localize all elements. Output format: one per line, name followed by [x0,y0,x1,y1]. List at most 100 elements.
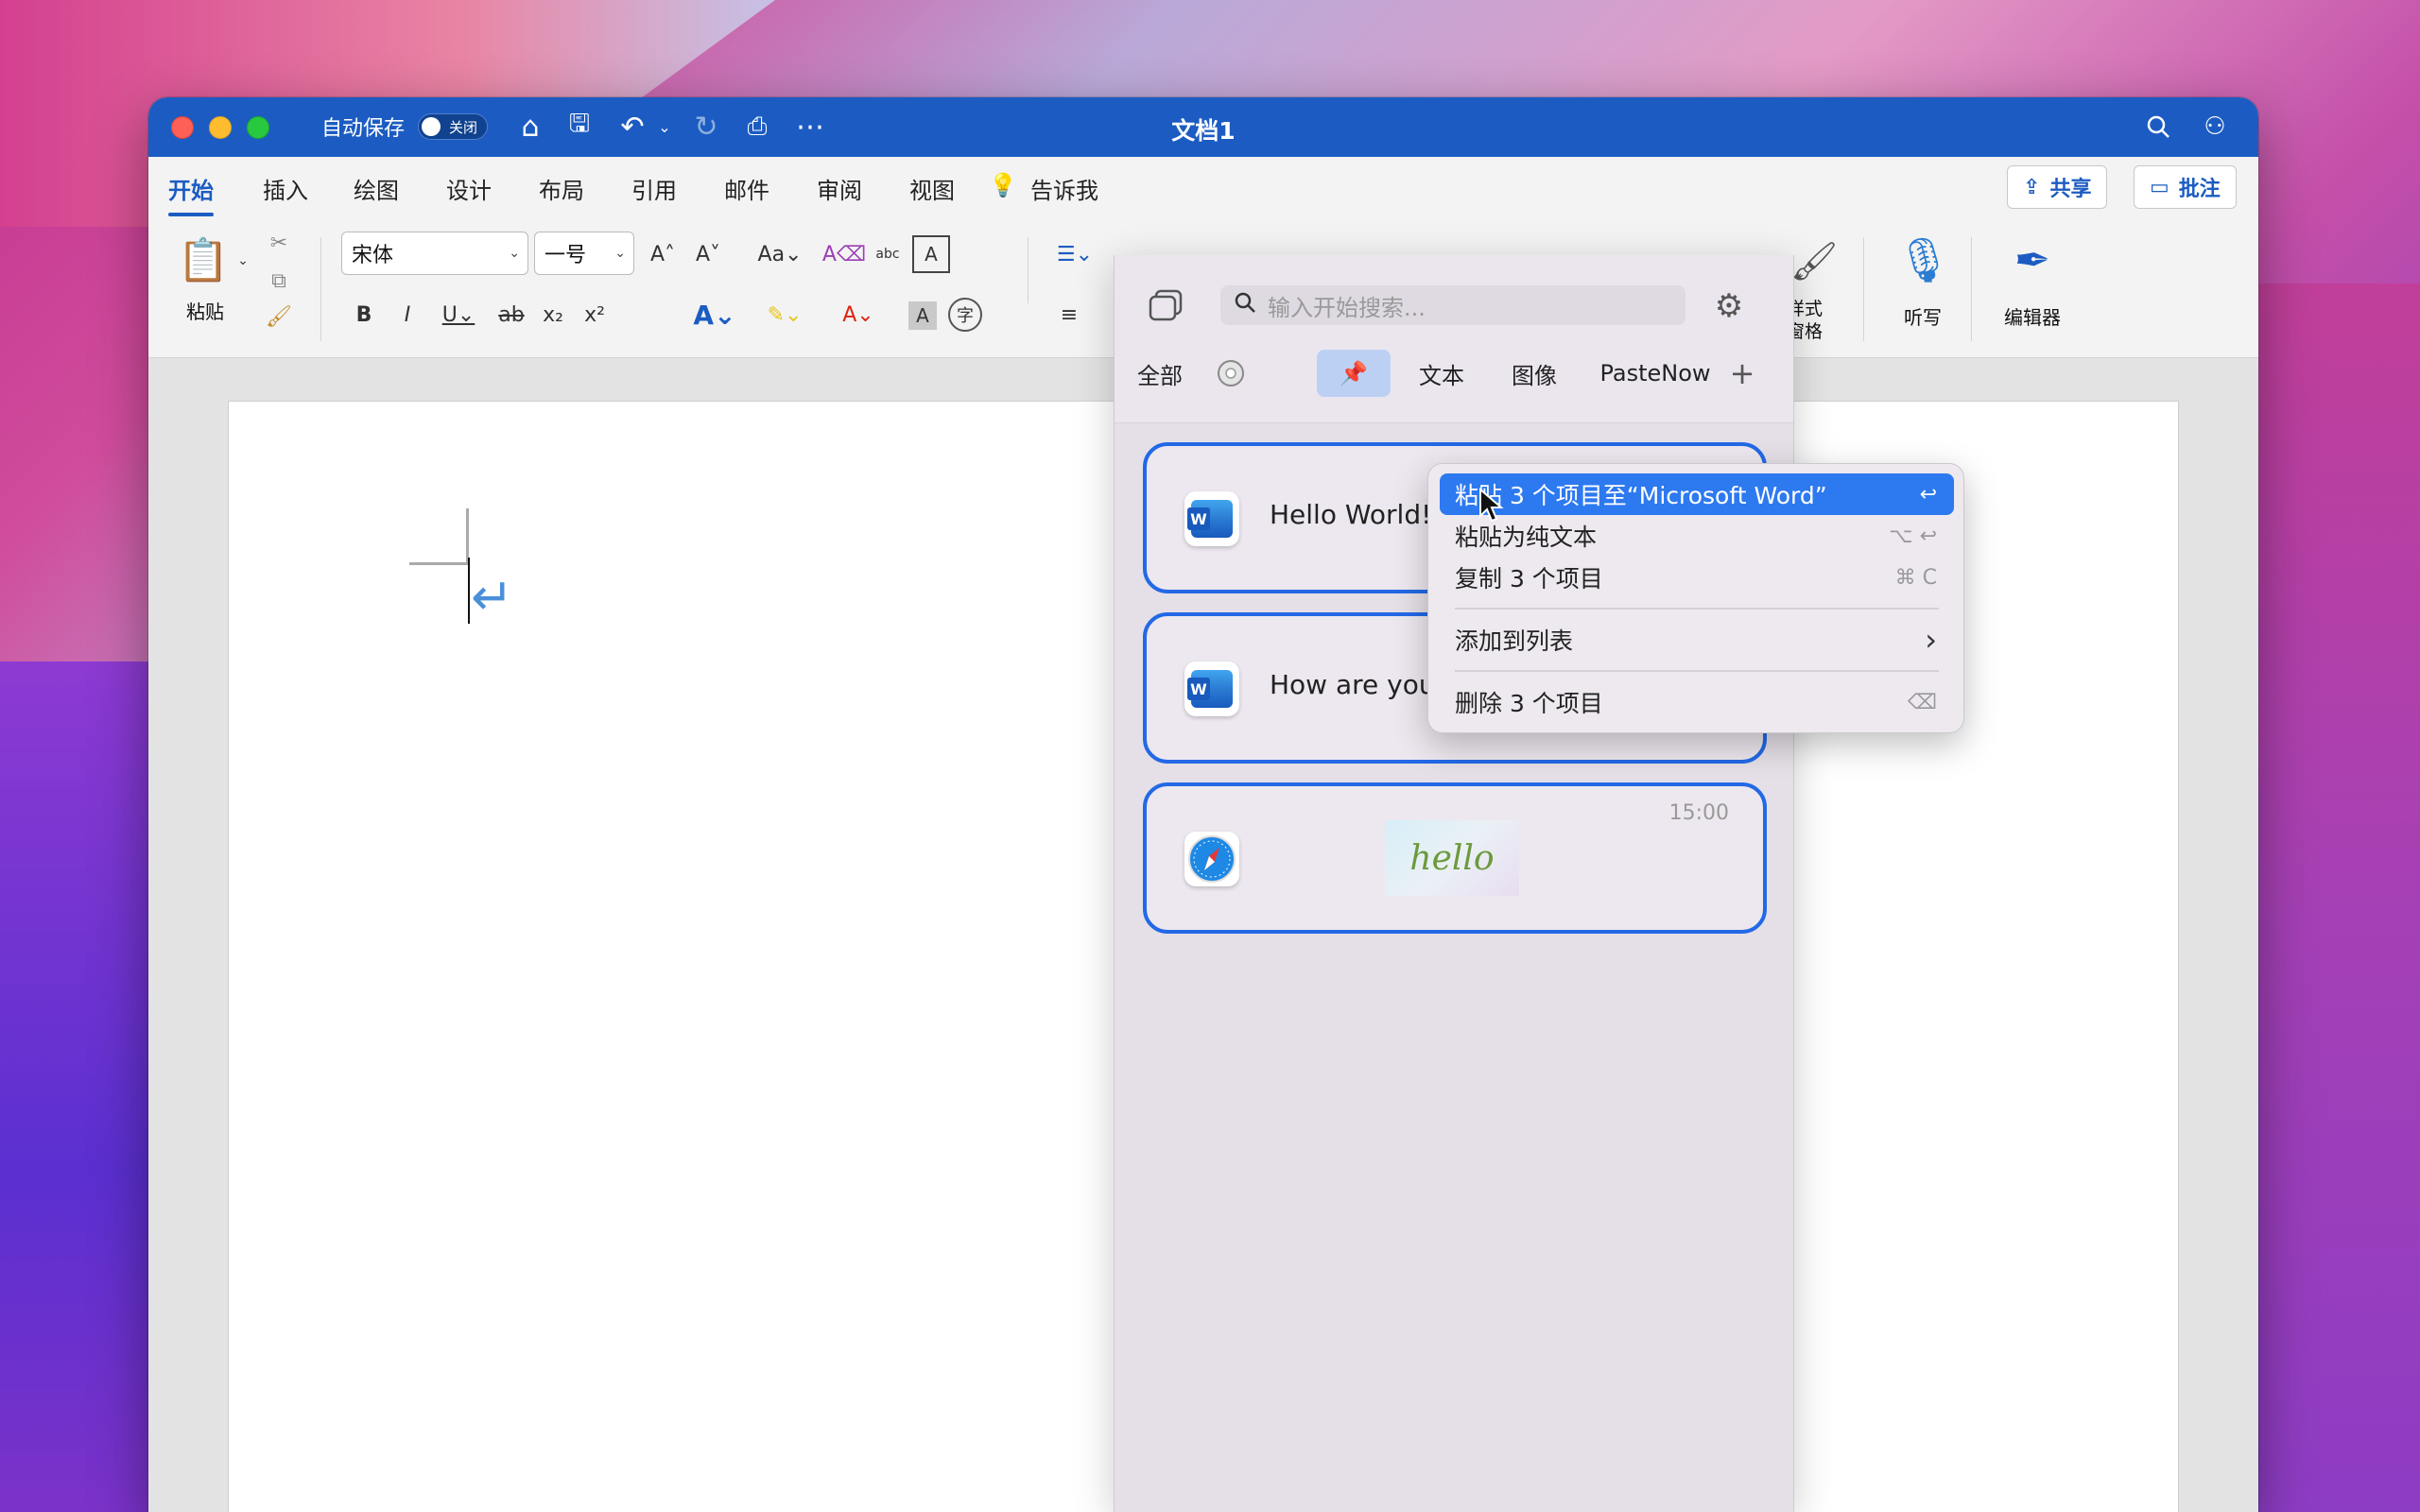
menu-item-label: 添加到列表 [1455,627,1574,655]
divider [320,237,321,341]
card-text: Hello World! [1270,499,1432,530]
search-placeholder: 输入开始搜索... [1268,294,1426,321]
highlight-color-icon[interactable]: ✎⌄ [761,296,808,334]
menu-item-add-to-list[interactable]: 添加到列表 › [1440,619,1954,661]
clipboard-panel: 输入开始搜索... ⚙ 全部 📌 文本 图像 PasteNow + Hello … [1114,255,1794,1512]
wallpaper-shape [0,662,161,1512]
styles-pane-icon[interactable]: 🖌 [1786,232,1842,290]
text-effects-icon[interactable]: A⌄ [691,296,738,334]
paste-icon[interactable]: 📋 [177,232,230,288]
paste-label: 粘贴 [186,300,224,323]
align-left-icon[interactable]: ≡ [1050,298,1088,332]
tab-review[interactable]: 审阅 [817,172,862,205]
paste-dropdown-icon[interactable]: ⌄ [233,247,252,275]
ribbon-tabs: 开始 插入 绘图 设计 布局 引用 邮件 审阅 视图 💡 告诉我 [148,157,2258,218]
menu-item-label: 粘贴为纯文本 [1455,524,1598,551]
menu-item-label: 粘贴 3 个项目至“Microsoft Word” [1455,482,1827,509]
filter-text[interactable]: 文本 [1408,350,1476,397]
menu-separator [1455,670,1939,672]
character-border-icon[interactable]: A [912,235,950,273]
bullets-icon[interactable]: ☰⌄ [1048,235,1101,273]
font-size-select[interactable]: 一号 ⌄ [534,232,634,275]
copy-icon[interactable]: ⧉ [264,266,294,296]
filter-pastenow[interactable]: PasteNow [1589,350,1721,397]
add-list-icon[interactable]: + [1723,350,1761,397]
paragraph-mark-icon: ↵ [471,567,514,627]
filter-image[interactable]: 图像 [1500,350,1568,397]
subscript-icon[interactable]: x₂ [536,296,570,334]
shortcut-label: ⌘ C [1894,565,1937,590]
superscript-icon[interactable]: x² [578,296,612,334]
pinned-filter-icon[interactable]: 📌 [1317,350,1391,397]
menu-item-paste-plain-text[interactable]: 粘贴为纯文本 ⌥ ↩ [1440,515,1954,557]
tab-home[interactable]: 开始 [168,172,214,216]
title-bar: 自动保存 关闭 ⌂ 🖫 ↶ ⌄ ↻ ⎙ ⋯ 文档1 ⚇ [148,97,2258,157]
delete-icon: ⌫ [1907,690,1937,714]
tab-view[interactable]: 视图 [909,172,955,205]
chevron-down-icon: ⌄ [614,246,626,261]
change-case-icon[interactable]: Aa⌄ [750,235,810,273]
search-icon [1234,291,1256,319]
underline-icon[interactable]: U⌄ [434,296,483,334]
clear-format-icon[interactable]: A⌫ [822,235,866,273]
character-shading-icon[interactable]: A [908,301,937,330]
hello-image-text: hello [1409,838,1495,878]
panel-header: 输入开始搜索... ⚙ 全部 📌 文本 图像 PasteNow + [1115,255,1793,423]
menu-item-copy[interactable]: 复制 3 个项目 ⌘ C [1440,557,1954,598]
microphone-icon[interactable]: 🎙 [1895,228,1952,292]
divider [1971,237,1972,341]
tab-references[interactable]: 引用 [631,172,677,205]
menu-item-delete[interactable]: 删除 3 个项目 ⌫ [1440,681,1954,723]
card-text: How are you? [1270,669,1450,700]
format-painter-icon[interactable]: 🖌 [264,301,294,332]
enclose-character-icon[interactable]: 字 [948,298,982,332]
chevron-down-icon: ⌄ [509,246,520,261]
search-icon[interactable] [2139,107,2177,146]
tell-me-search[interactable]: 告诉我 [1030,172,1098,205]
tab-mailings[interactable]: 邮件 [724,172,769,205]
comments-button[interactable]: ▭ 批注 [2134,165,2237,209]
chevron-right-icon: › [1925,622,1937,658]
card-time: 15:00 [1668,801,1729,825]
editor-label: 编辑器 [2004,305,2061,329]
tab-insert[interactable]: 插入 [263,172,308,205]
account-icon[interactable]: ⚇ [2196,107,2234,146]
lightbulb-icon: 💡 [989,172,1017,198]
filter-all[interactable]: 全部 [1132,350,1188,397]
margin-corner-mark [409,562,469,565]
menu-item-paste-to-word[interactable]: 粘贴 3 个项目至“Microsoft Word” ↩ [1440,473,1954,515]
grow-font-icon[interactable]: A˄ [644,235,682,273]
italic-icon[interactable]: I [390,296,424,334]
editor-icon[interactable]: ✒ [1990,228,2075,292]
font-family-value: 宋体 [352,244,394,267]
menu-item-label: 复制 3 个项目 [1455,565,1603,593]
font-color-icon[interactable]: A⌄ [835,296,882,334]
context-menu: 粘贴 3 个项目至“Microsoft Word” ↩ 粘贴为纯文本 ⌥ ↩ 复制 … [1427,463,1964,733]
divider [1863,237,1864,341]
document-title: 文档1 [1171,117,1236,145]
clipboard-stack-icon[interactable] [1149,289,1184,321]
shortcut-label: ⌥ ↩ [1889,524,1937,548]
dictate-label: 听写 [1904,305,1942,329]
search-input[interactable]: 输入开始搜索... [1220,285,1685,325]
safari-app-icon [1184,832,1239,886]
phonetic-guide-icon[interactable]: abc [869,235,907,273]
clipboard-card[interactable]: 15:00 hello [1143,782,1767,934]
gear-icon[interactable]: ⚙ [1710,287,1748,325]
menu-separator [1455,608,1939,610]
tab-design[interactable]: 设计 [446,172,492,205]
hello-image-thumbnail: hello [1385,820,1519,896]
font-size-value: 一号 [544,244,587,267]
share-button[interactable]: ⇪ 共享 [2007,165,2108,209]
word-app-icon [1184,662,1239,716]
wallpaper-shape [2259,284,2420,1512]
tab-layout[interactable]: 布局 [539,172,584,205]
clipboard-history-icon[interactable] [1207,350,1254,397]
strikethrough-icon[interactable]: ab [494,296,528,334]
bold-icon[interactable]: B [347,296,381,334]
cut-icon[interactable]: ✂ [264,228,294,258]
shrink-font-icon[interactable]: A˅ [689,235,727,273]
font-family-select[interactable]: 宋体 ⌄ [341,232,528,275]
tab-draw[interactable]: 绘图 [354,172,399,205]
share-icon: ⇪ [2023,175,2041,199]
